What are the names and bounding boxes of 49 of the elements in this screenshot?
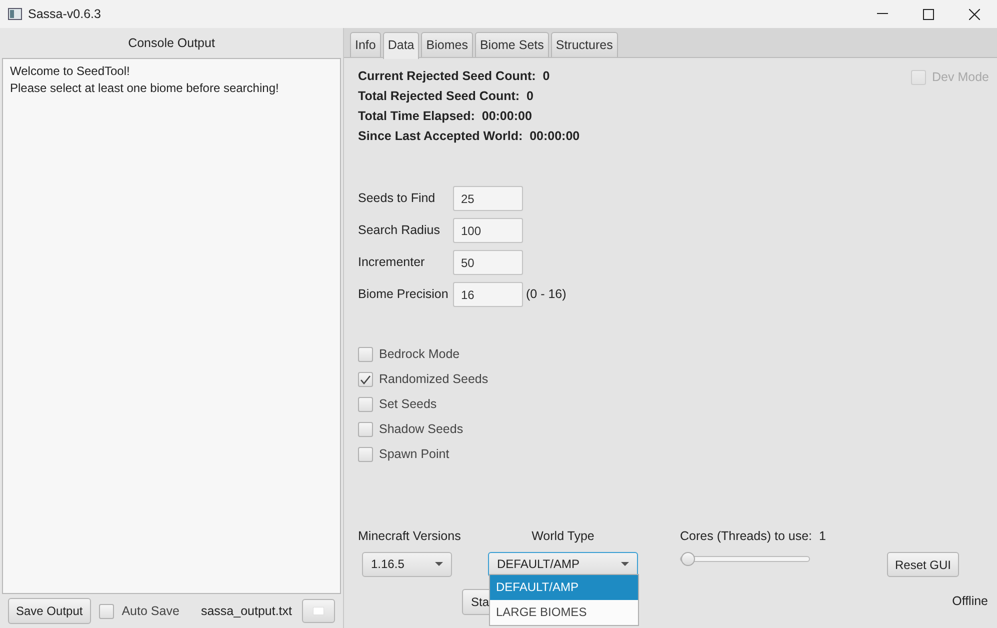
- field-label: Biome Precision: [358, 286, 450, 304]
- checkbox[interactable]: [358, 422, 373, 437]
- field-label: Minecraft Versions: [358, 528, 461, 545]
- tab[interactable]: Info: [350, 32, 381, 57]
- window-title: Sassa-v0.6.3: [28, 6, 101, 23]
- checkbox-label: Set Seeds: [379, 396, 437, 414]
- checkbox[interactable]: [358, 447, 373, 462]
- checkbox-label: Shadow Seeds: [379, 421, 464, 438]
- slider-thumb[interactable]: [681, 552, 695, 566]
- caret-icon: [621, 562, 629, 566]
- input-field[interactable]: 16: [453, 282, 523, 307]
- input-field[interactable]: 25: [453, 186, 523, 211]
- tab[interactable]: Data: [382, 32, 420, 59]
- world-type-dropdown[interactable]: DEFAULT/AMP: [488, 552, 638, 577]
- tab[interactable]: Structures: [550, 32, 618, 57]
- checkbox-label: Randomized Seeds: [379, 371, 488, 388]
- menu-item[interactable]: DEFAULT/AMP: [490, 575, 638, 600]
- stat-text: Total Rejected Seed Count: 0: [358, 88, 534, 105]
- checkbox[interactable]: [358, 347, 373, 362]
- field-label: Search Radius: [358, 222, 441, 240]
- checkbox-label: Bedrock Mode: [379, 346, 460, 364]
- checkbox-label: Spawn Point: [379, 446, 450, 464]
- stat-text: Total Time Elapsed: 00:00:00: [358, 108, 532, 125]
- field-label: Incrementer: [358, 254, 426, 272]
- checkbox-label: Dev Mode: [932, 69, 989, 86]
- tab[interactable]: Biome Sets: [474, 32, 549, 57]
- checkbox[interactable]: [358, 372, 373, 387]
- checkbox-label: Auto Save: [122, 602, 180, 620]
- stat-text: Since Last Accepted World: 00:00:00: [358, 128, 580, 145]
- field-label: World Type: [532, 528, 594, 545]
- tab[interactable]: Biomes: [421, 32, 473, 57]
- status-text: Offline: [952, 593, 988, 610]
- version-dropdown[interactable]: 1.16.5: [362, 552, 452, 577]
- panel-title: Console Output: [127, 35, 216, 52]
- reset-gui-button[interactable]: Reset GUI: [887, 552, 960, 577]
- app-icon: [8, 8, 22, 20]
- input-field[interactable]: 100: [453, 218, 523, 243]
- folder-button[interactable]: [302, 599, 335, 623]
- save-output-button[interactable]: Save Output: [8, 598, 91, 624]
- console-output: Welcome to SeedTool! Please select at least one biome before searching!: [2, 58, 341, 594]
- stat-text: Current Rejected Seed Count: 0: [358, 68, 550, 85]
- input-field[interactable]: 50: [453, 250, 523, 275]
- file-name: sassa_output.txt: [200, 602, 292, 620]
- checkbox[interactable]: [98, 604, 114, 618]
- checkbox[interactable]: [358, 397, 373, 412]
- caret-icon: [435, 562, 443, 566]
- slider-label: Cores (Threads) to use: 1: [680, 528, 826, 545]
- range-hint: (0 - 16): [526, 286, 566, 304]
- field-label: Seeds to Find: [358, 190, 436, 208]
